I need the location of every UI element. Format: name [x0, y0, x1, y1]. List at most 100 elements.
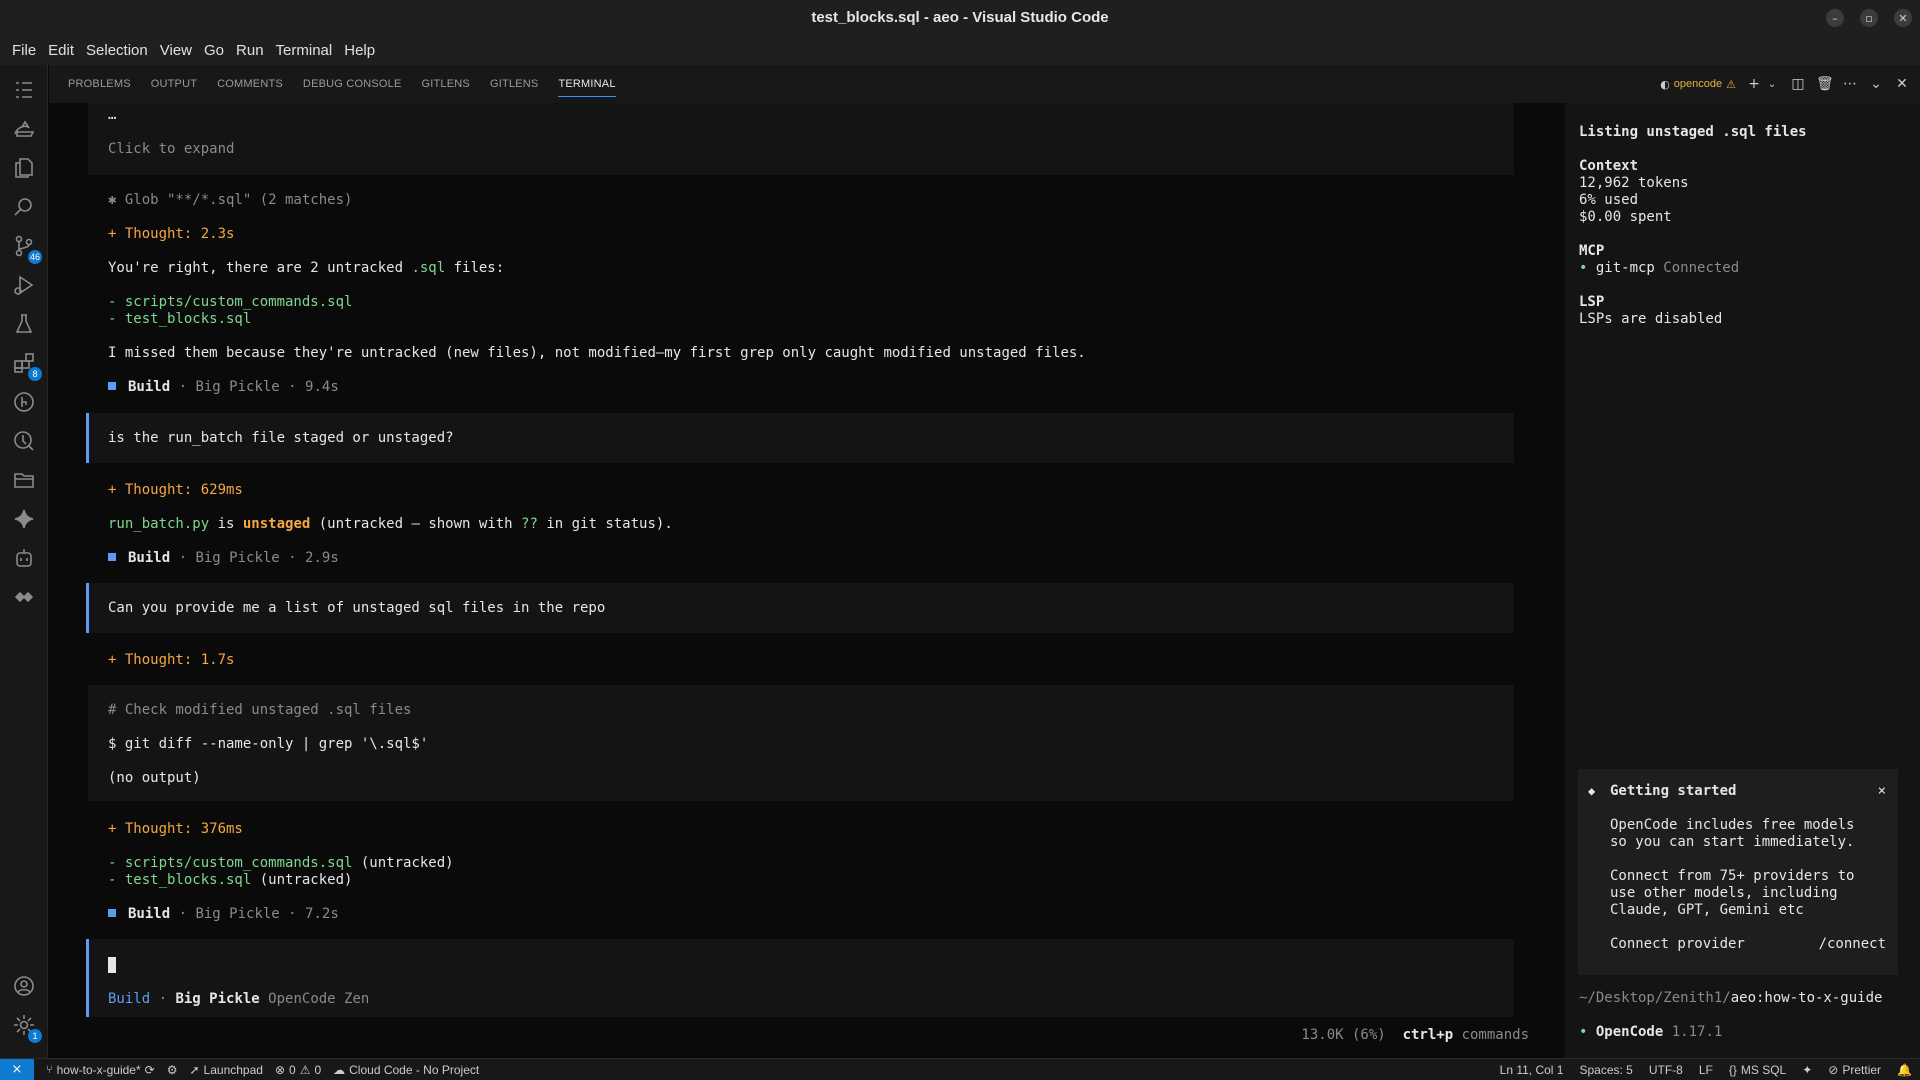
build-label: Build: [128, 379, 171, 395]
close-panel-icon[interactable]: ✕: [1894, 76, 1910, 92]
tab-output[interactable]: OUTPUT: [151, 72, 197, 96]
menu-file[interactable]: File: [6, 42, 42, 59]
mode-label[interactable]: Build: [108, 991, 150, 1007]
version-dot: •: [1579, 1024, 1596, 1040]
language-mode[interactable]: {} MS SQL: [1729, 1063, 1786, 1077]
menu-terminal[interactable]: Terminal: [270, 42, 339, 59]
panel-tab-bar: PROBLEMS OUTPUT COMMENTS DEBUG CONSOLE G…: [49, 65, 1920, 103]
tab-problems[interactable]: PROBLEMS: [68, 72, 131, 96]
reply-1-note: I missed them because they're untracked …: [108, 345, 1086, 361]
prompt-mode[interactable]: Build · Big Pickle OpenCode Zen: [108, 991, 369, 1007]
connect-provider-link[interactable]: Connect provider: [1610, 936, 1745, 952]
getting-started-card: ◆ Getting started × OpenCode includes fr…: [1578, 769, 1898, 975]
version-info: • OpenCode 1.17.1: [1579, 1024, 1722, 1040]
click-to-expand[interactable]: Click to expand: [108, 141, 234, 157]
collapse-panel-icon[interactable]: ⌄: [1868, 76, 1884, 92]
menu-go[interactable]: Go: [198, 42, 230, 59]
error-icon: ⊗: [274, 1062, 285, 1077]
thought-3[interactable]: + Thought: 1.7s: [108, 652, 234, 668]
tab-terminal[interactable]: TERMINAL: [558, 72, 616, 97]
split-terminal-icon[interactable]: ◫: [1790, 76, 1806, 92]
collapsed-block[interactable]: [88, 103, 1514, 175]
sync-icon[interactable]: ⟳: [145, 1063, 155, 1077]
thought-2[interactable]: + Thought: 629ms: [108, 482, 243, 498]
close-icon[interactable]: ×: [1878, 783, 1886, 799]
indentation[interactable]: Spaces: 5: [1579, 1063, 1632, 1077]
menu-selection[interactable]: Selection: [80, 42, 154, 59]
tab-gitlens-2[interactable]: GITLENS: [490, 72, 538, 96]
build-meta-1: Build · Big Pickle · 9.4s: [108, 379, 339, 395]
source-control-icon[interactable]: 46: [12, 234, 42, 264]
branch-status[interactable]: ⑂ how-to-x-guide* ⟳: [46, 1063, 155, 1077]
model-name[interactable]: Big Pickle: [175, 991, 259, 1007]
minimize-icon[interactable]: –: [1826, 9, 1844, 27]
close-icon[interactable]: ✕: [1894, 9, 1912, 27]
run-debug-icon[interactable]: [12, 273, 36, 297]
diamond-icon: ◆: [1588, 784, 1596, 798]
lsp-status: LSPs are disabled: [1579, 311, 1723, 327]
tab-gitlens[interactable]: GITLENS: [422, 72, 470, 96]
status-bar-right: Ln 11, Col 1 Spaces: 5 UTF-8 LF {} MS SQL…: [1484, 1059, 1912, 1080]
menu-help[interactable]: Help: [338, 42, 381, 59]
cursor-position[interactable]: Ln 11, Col 1: [1500, 1063, 1564, 1077]
list-item-2-note: (untracked): [251, 872, 353, 888]
build-time: 7.2s: [305, 906, 339, 922]
thought-4[interactable]: + Thought: 376ms: [108, 821, 243, 837]
prettier-status[interactable]: ⊘ Prettier: [1828, 1063, 1881, 1077]
error-count: 0: [289, 1062, 296, 1077]
files-icon[interactable]: [12, 156, 36, 180]
explorer-outline-icon[interactable]: [12, 78, 36, 102]
branch-icon: ⑂: [46, 1063, 53, 1076]
problems-status[interactable]: ⊗ 0 ⚠ 0: [275, 1063, 321, 1077]
terminal-name: opencode: [1673, 78, 1723, 90]
trash-icon[interactable]: 🗑: [1816, 76, 1834, 92]
robot-icon[interactable]: [12, 546, 36, 570]
puzzle-icon[interactable]: [12, 585, 36, 609]
branch-name: how-to-x-guide*: [56, 1062, 141, 1077]
chevron-down-icon[interactable]: ⌄: [1764, 79, 1780, 90]
extensions-icon[interactable]: 8: [12, 351, 42, 381]
git-graph-icon[interactable]: [12, 429, 36, 453]
tab-comments[interactable]: COMMENTS: [217, 72, 283, 96]
launchpad-status[interactable]: ➚ Launchpad: [189, 1063, 262, 1077]
reply-1-text-a: You're right, there are 2 untracked: [108, 260, 412, 276]
remote-explorer-icon[interactable]: [12, 117, 36, 141]
connect-command: /connect: [1818, 936, 1886, 952]
terminal-instance[interactable]: ◐ opencode ⚠: [1660, 78, 1736, 91]
gs-text-5: Claude, GPT, Gemini etc: [1610, 902, 1804, 918]
window-title: test_blocks.sql - aeo - Visual Studio Co…: [811, 9, 1109, 26]
menu-edit[interactable]: Edit: [42, 42, 80, 59]
menu-view[interactable]: View: [154, 42, 198, 59]
reply-1-ext: .sql: [411, 260, 446, 276]
restore-icon[interactable]: ▫: [1860, 9, 1878, 27]
tab-debug-console[interactable]: DEBUG CONSOLE: [303, 72, 402, 96]
reply-2: run_batch.py is unstaged (untracked — sh…: [108, 516, 673, 532]
terminal-chat[interactable]: … Click to expand ✱ Glob "**/*.sql" (2 m…: [49, 103, 1565, 1058]
more-actions-icon[interactable]: ⋯: [1842, 76, 1858, 92]
line-ending[interactable]: LF: [1699, 1063, 1713, 1077]
notifications-bell-icon[interactable]: 🔔: [1897, 1063, 1912, 1077]
new-terminal-icon[interactable]: +: [1746, 76, 1762, 92]
file-item-2: - test_blocks.sql: [108, 311, 252, 327]
search-icon[interactable]: [12, 195, 36, 219]
warning-count: 0: [314, 1062, 322, 1077]
menu-run[interactable]: Run: [230, 42, 270, 59]
gitlens-icon[interactable]: [12, 390, 36, 414]
encoding[interactable]: UTF-8: [1649, 1063, 1683, 1077]
cloud-icon: ☁: [333, 1062, 346, 1077]
copilot-icon[interactable]: ✦: [1802, 1063, 1812, 1077]
app-name: OpenCode: [1595, 1024, 1664, 1040]
testing-icon[interactable]: [12, 312, 36, 336]
folder-icon[interactable]: [12, 468, 36, 492]
file-item-1: - scripts/custom_commands.sql: [108, 294, 353, 310]
list-item-2: - test_blocks.sql (untracked): [108, 872, 352, 888]
cloud-code-status[interactable]: ☁ Cloud Code - No Project: [333, 1063, 479, 1077]
session-title: Listing unstaged .sql files: [1579, 124, 1807, 140]
workspace-path: ~/Desktop/Zenith1/aeo:how-to-x-guide: [1579, 990, 1882, 1006]
sparkle-icon[interactable]: [12, 507, 36, 531]
debug-status-icon[interactable]: ⚙: [167, 1063, 178, 1077]
thought-1[interactable]: + Thought: 2.3s: [108, 226, 234, 242]
settings-gear-icon[interactable]: 1: [12, 1013, 42, 1043]
account-icon[interactable]: [12, 974, 36, 998]
remote-indicator-icon[interactable]: ⨯: [0, 1058, 34, 1080]
